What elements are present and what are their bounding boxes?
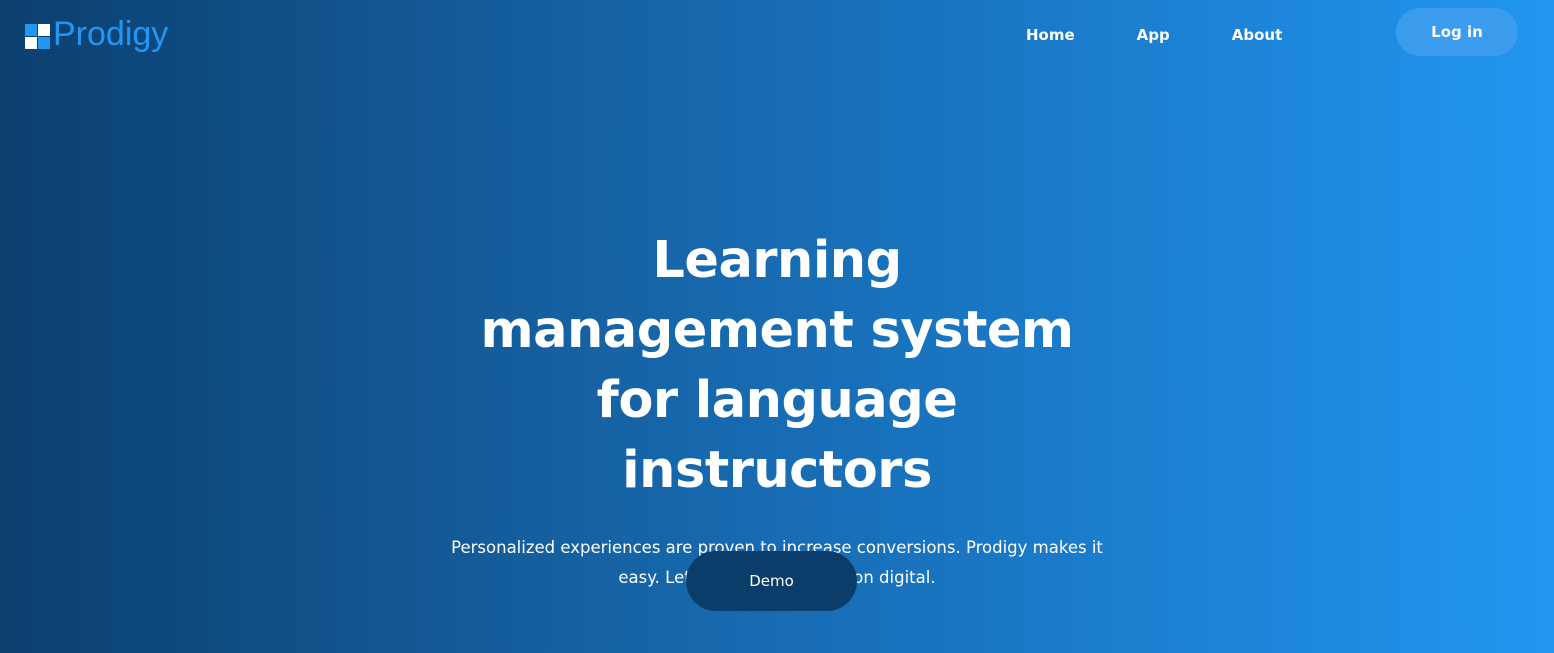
brand-name: Prodigy xyxy=(53,15,169,53)
nav-home-link[interactable]: Home xyxy=(1026,24,1075,46)
grid-squares-logo-icon xyxy=(25,23,50,49)
hero-title: Learning management system for language … xyxy=(480,231,1074,500)
brand-logo-link[interactable]: Prodigy xyxy=(25,14,168,54)
landing-page: Prodigy Home App About Log in Learning m… xyxy=(0,0,1554,653)
nav-app-link[interactable]: App xyxy=(1137,24,1170,46)
demo-button[interactable]: Demo xyxy=(686,551,857,611)
main-nav: Home App About xyxy=(1000,24,1282,46)
login-button[interactable]: Log in xyxy=(1396,8,1518,56)
hero-section: Learning management system for language … xyxy=(0,226,1554,593)
nav-about-link[interactable]: About xyxy=(1232,24,1283,46)
